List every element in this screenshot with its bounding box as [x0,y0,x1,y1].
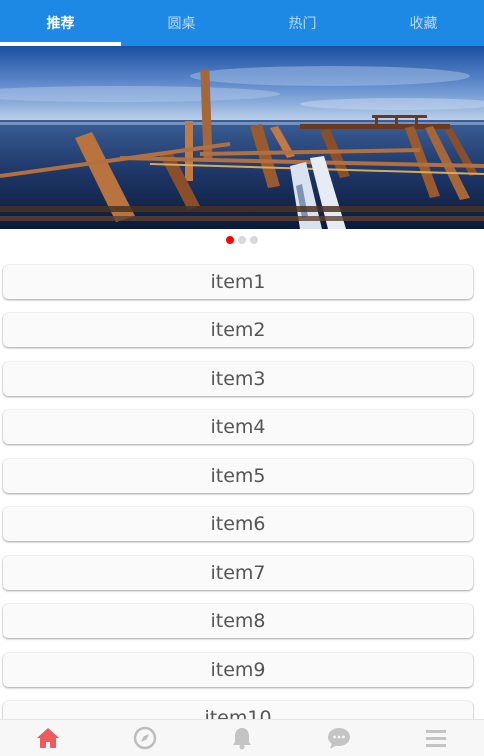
list-item-label: item4 [210,416,266,438]
tab-roundtable[interactable]: 圆桌 [121,0,242,46]
list-item-label: item8 [210,610,266,632]
list-item[interactable]: item8 [3,604,473,638]
tab-roundtable-label: 圆桌 [167,16,196,32]
home-icon [37,728,60,748]
tab-recommend[interactable]: 推荐 [0,0,121,46]
bell-icon [232,728,251,750]
tab-hot-label: 热门 [288,16,317,32]
nav-messages[interactable] [290,720,387,756]
nav-notifications[interactable] [194,720,291,756]
list-item[interactable]: item3 [3,362,473,396]
list-item-label: item1 [210,271,266,293]
nav-home[interactable] [0,720,97,756]
banner-image [0,46,484,229]
list-item-label: item5 [210,465,266,487]
list-item-label: item6 [210,513,266,535]
banner-pager-dots [0,236,484,248]
pager-dot[interactable] [238,236,246,244]
list-item[interactable]: item7 [3,556,473,590]
list-item[interactable]: item2 [3,313,473,347]
banner-carousel[interactable] [0,46,484,229]
menu-icon [425,730,446,747]
list-item-label: item2 [210,319,266,341]
list-item[interactable]: item5 [3,459,473,493]
chat-icon [327,728,350,749]
bottom-navigation [0,719,484,756]
list-item-label: item3 [210,368,266,390]
pager-dot[interactable] [250,236,258,244]
tab-recommend-label: 推荐 [46,16,75,32]
nav-discover[interactable] [97,720,194,756]
list-item[interactable]: item1 [3,265,473,299]
list-item-label: item7 [210,562,266,584]
tab-favorites-label: 收藏 [409,16,438,32]
list-item-label: item9 [210,659,266,681]
compass-icon [133,726,157,750]
list-item[interactable]: item6 [3,507,473,541]
tab-favorites[interactable]: 收藏 [363,0,484,46]
list-item[interactable]: item4 [3,410,473,444]
list-item[interactable]: item9 [3,653,473,687]
top-tab-bar: 推荐 圆桌 热门 收藏 [0,0,484,46]
nav-menu[interactable] [387,720,484,756]
pager-dot-active[interactable] [226,236,234,244]
tab-hot[interactable]: 热门 [242,0,363,46]
